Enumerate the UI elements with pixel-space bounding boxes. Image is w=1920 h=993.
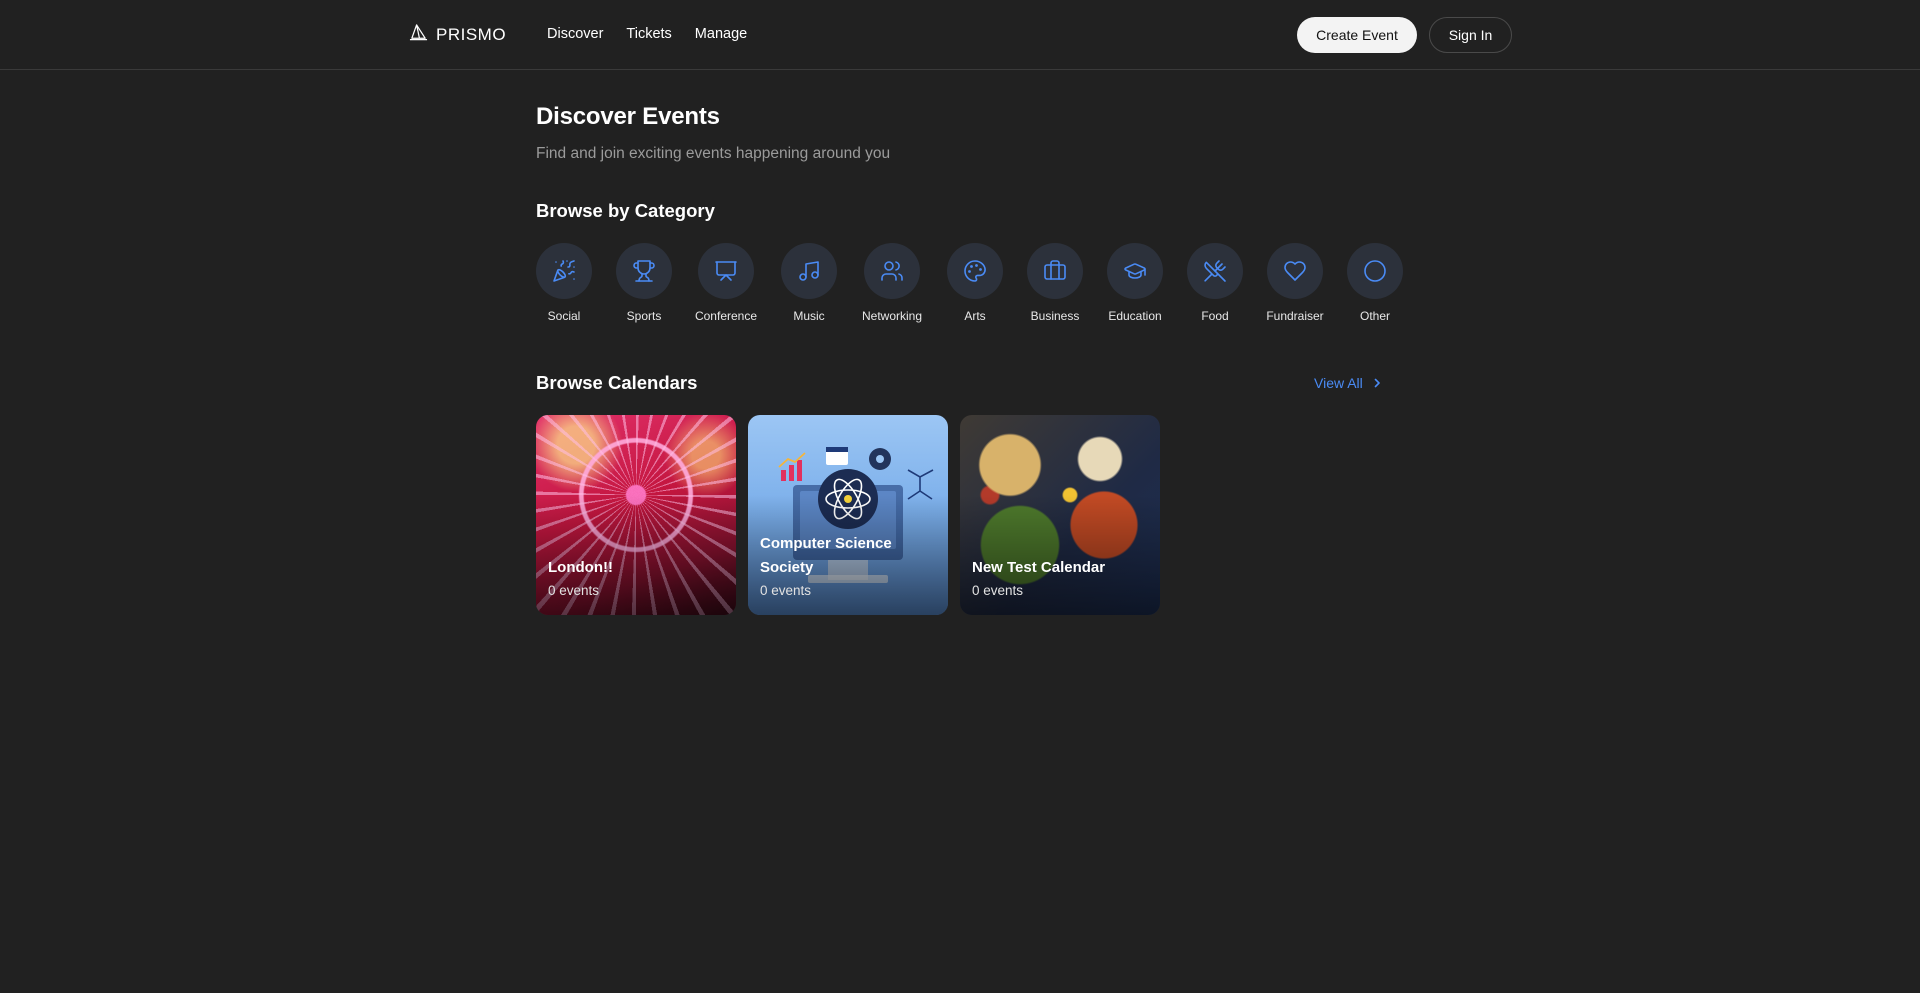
sign-in-button[interactable]: Sign In: [1429, 17, 1512, 53]
category-fundraiser[interactable]: Fundraiser: [1255, 243, 1335, 323]
main-nav: Discover Tickets Manage: [547, 24, 770, 44]
heart-icon: [1284, 261, 1306, 281]
category-label: Arts: [964, 309, 986, 323]
category-circle: [864, 243, 920, 299]
browse-category-title: Browse by Category: [536, 200, 715, 221]
chevron-right-icon: [1374, 378, 1380, 388]
calendar-card-computer-science[interactable]: Computer Science Society 0 events: [748, 415, 948, 615]
view-all-link[interactable]: View All: [1314, 375, 1383, 391]
category-sports[interactable]: Sports: [604, 243, 684, 323]
category-food[interactable]: Food: [1175, 243, 1255, 323]
category-arts[interactable]: Arts: [935, 243, 1015, 323]
calendar-event-count: 0 events: [548, 583, 600, 598]
category-label: Networking: [861, 309, 923, 323]
page-title: Discover Events: [536, 103, 720, 130]
category-label: Social: [547, 309, 581, 323]
category-label: Music: [793, 309, 825, 323]
category-label: Other: [1359, 309, 1390, 323]
users-icon: [881, 261, 903, 281]
category-business[interactable]: Business: [1015, 243, 1095, 323]
page-subtitle: Find and join exciting events happening …: [536, 145, 891, 162]
nav-discover[interactable]: Discover: [547, 24, 603, 44]
calendar-card-new-test[interactable]: New Test Calendar 0 events: [960, 415, 1160, 615]
category-label: Business: [1030, 309, 1080, 323]
calendar-card-london[interactable]: London!! 0 events: [536, 415, 736, 615]
category-label: Sports: [626, 309, 662, 323]
category-label: Conference: [694, 309, 758, 323]
logo[interactable]: PRISMO: [409, 23, 506, 47]
graduation-cap-icon: [1124, 263, 1146, 279]
calendar-title: London!!: [548, 559, 613, 576]
music-note-icon: [799, 261, 819, 281]
party-popper-icon: [553, 260, 575, 282]
calendar-title: New Test Calendar: [972, 559, 1106, 576]
category-circle: [1107, 243, 1163, 299]
category-music[interactable]: Music: [769, 243, 849, 323]
view-all-label: View All: [1314, 375, 1363, 391]
category-circle: [1027, 243, 1083, 299]
category-circle: [536, 243, 592, 299]
category-label: Fundraiser: [1266, 309, 1324, 323]
calendar-title: Computer Science Society: [760, 535, 892, 576]
presentation-icon: [715, 261, 737, 281]
category-education[interactable]: Education: [1095, 243, 1175, 323]
category-networking[interactable]: Networking: [852, 243, 932, 323]
category-circle: [1267, 243, 1323, 299]
circle-icon: [1364, 260, 1386, 282]
category-conference[interactable]: Conference: [686, 243, 766, 323]
category-social[interactable]: Social: [524, 243, 604, 323]
card-text: London!! 0 events: [548, 556, 724, 601]
palette-icon: [964, 260, 986, 282]
calendar-event-count: 0 events: [972, 583, 1024, 598]
logo-icon: [409, 23, 428, 47]
trophy-icon: [633, 260, 655, 282]
category-circle: [616, 243, 672, 299]
browse-calendars-title: Browse Calendars: [536, 372, 698, 393]
category-label: Food: [1201, 309, 1229, 323]
category-circle: [947, 243, 1003, 299]
category-other[interactable]: Other: [1335, 243, 1415, 323]
logo-text: PRISMO: [436, 25, 507, 44]
category-circle: [1347, 243, 1403, 299]
calendar-event-count: 0 events: [760, 583, 812, 598]
card-text: Computer Science Society 0 events: [760, 532, 936, 601]
category-circle: [1187, 243, 1243, 299]
utensils-icon: [1204, 260, 1226, 282]
category-label: Education: [1108, 309, 1162, 323]
nav-manage[interactable]: Manage: [695, 24, 747, 44]
category-circle: [781, 243, 837, 299]
top-header: PRISMO Discover Tickets Manage Create Ev…: [0, 0, 1920, 70]
card-text: New Test Calendar 0 events: [972, 556, 1148, 601]
nav-tickets[interactable]: Tickets: [626, 24, 671, 44]
create-event-button[interactable]: Create Event: [1297, 17, 1417, 53]
category-circle: [698, 243, 754, 299]
briefcase-icon: [1044, 260, 1066, 280]
